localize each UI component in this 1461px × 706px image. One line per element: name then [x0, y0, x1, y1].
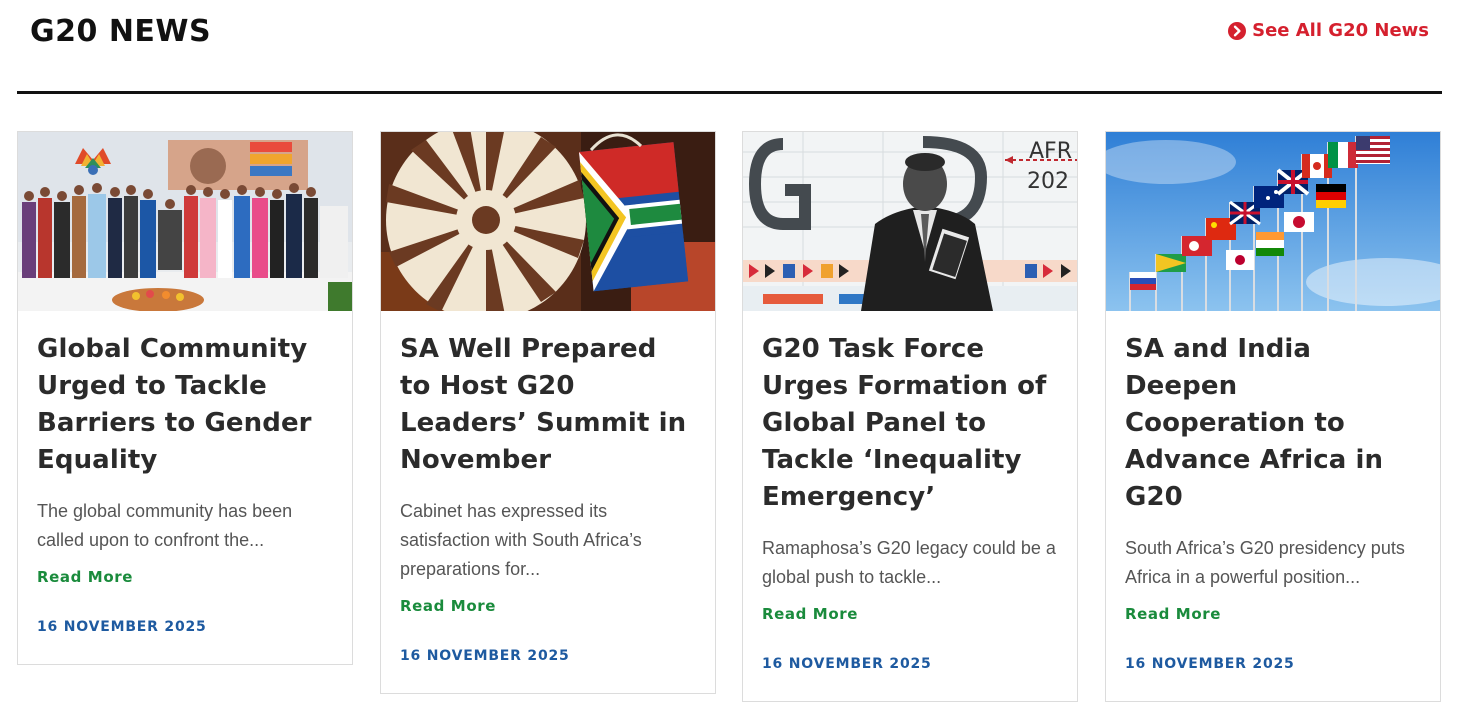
section-header: G20 NEWS See All G20 News — [0, 0, 1461, 94]
section-title: G20 NEWS — [30, 14, 212, 49]
see-all-label: See All G20 News — [1252, 20, 1429, 41]
article-excerpt: South Africa’s G20 presidency puts Afric… — [1125, 538, 1405, 587]
news-card: AFR 202 G20 Task Force Urges Formation o… — [742, 131, 1078, 702]
article-title[interactable]: G20 Task Force Urges Formation of Global… — [762, 331, 1058, 516]
article-title[interactable]: Global Community Urged to Tackle Barrier… — [37, 331, 333, 479]
chevron-circle-right-icon — [1228, 21, 1247, 40]
read-more-link[interactable]: Read More — [400, 597, 496, 615]
news-card: Global Community Urged to Tackle Barrier… — [17, 131, 353, 665]
article-date: 16 NOVEMBER 2025 — [1125, 656, 1295, 672]
article-date: 16 NOVEMBER 2025 — [37, 619, 207, 635]
article-date: 16 NOVEMBER 2025 — [400, 648, 570, 664]
see-all-news-link[interactable]: See All G20 News — [1228, 20, 1429, 41]
news-card: SA and India Deepen Cooperation to Advan… — [1105, 131, 1441, 702]
news-card: SA Well Prepared to Host G20 Leaders’ Su… — [380, 131, 716, 694]
article-excerpt: Cabinet has expressed its satisfaction w… — [400, 501, 642, 579]
news-image-women-leaders[interactable] — [18, 132, 352, 311]
article-date: 16 NOVEMBER 2025 — [762, 656, 932, 672]
article-excerpt: Ramaphosa’s G20 legacy could be a global… — [762, 538, 1056, 587]
news-image-flags[interactable] — [1106, 132, 1440, 311]
svg-text:202: 202 — [1027, 169, 1069, 194]
article-title[interactable]: SA Well Prepared to Host G20 Leaders’ Su… — [400, 331, 696, 479]
read-more-link[interactable]: Read More — [37, 568, 133, 586]
article-excerpt: The global community has been called upo… — [37, 501, 293, 550]
news-image-g20-backdrop[interactable]: AFR 202 — [743, 132, 1077, 311]
read-more-link[interactable]: Read More — [762, 605, 858, 623]
header-divider — [17, 91, 1442, 94]
article-title[interactable]: SA and India Deepen Cooperation to Advan… — [1125, 331, 1421, 516]
read-more-link[interactable]: Read More — [1125, 605, 1221, 623]
news-image-woven-basket[interactable] — [381, 132, 715, 311]
